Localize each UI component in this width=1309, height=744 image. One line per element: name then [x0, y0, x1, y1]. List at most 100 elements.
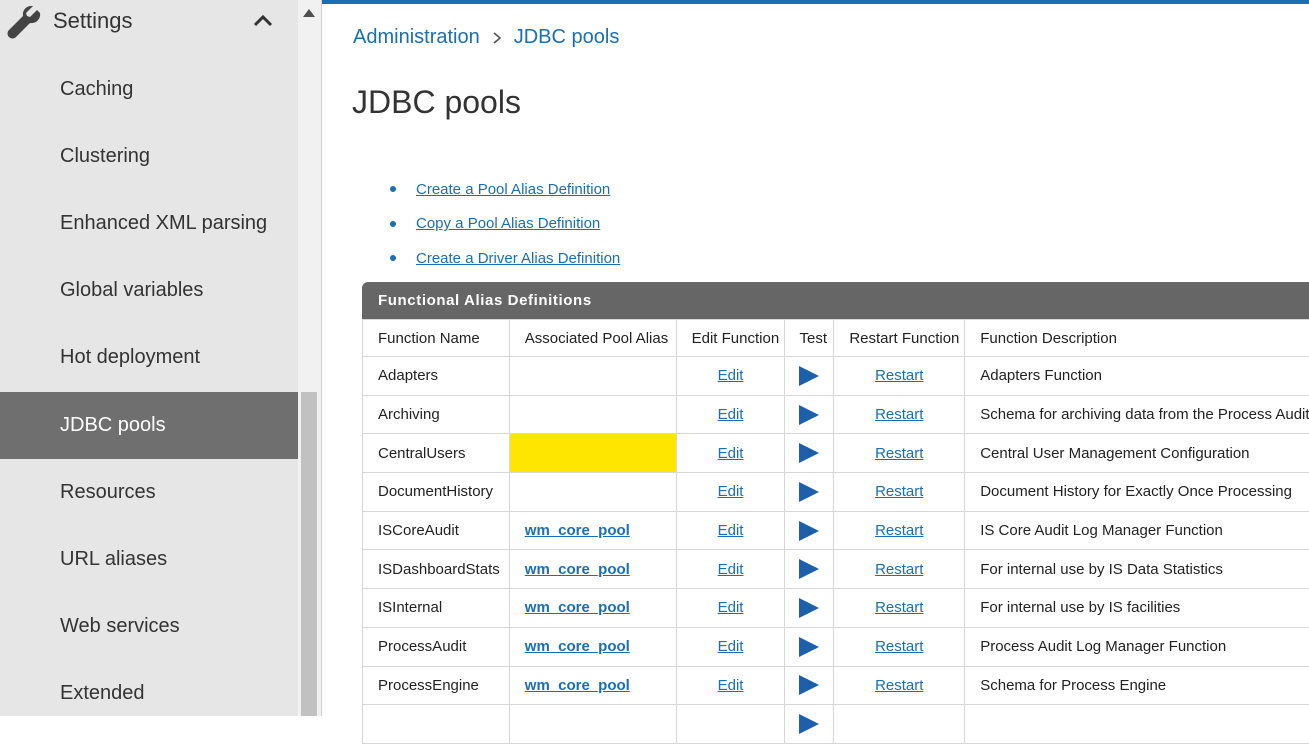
edit-link[interactable]: Edit: [718, 445, 744, 462]
sidebar-item-label: Caching: [60, 78, 133, 101]
restart-link[interactable]: Restart: [875, 599, 923, 616]
breadcrumb-administration-link[interactable]: Administration: [353, 26, 480, 49]
function-description: IS Core Audit Log Manager Function: [965, 511, 1309, 550]
column-header: Test: [785, 320, 834, 357]
pool-alias-link[interactable]: wm_core_pool: [525, 522, 630, 539]
restart-link[interactable]: Restart: [875, 367, 923, 384]
pool-alias: [509, 473, 676, 512]
play-icon[interactable]: [799, 366, 819, 386]
copy-pool-alias-link[interactable]: Copy a Pool Alias Definition: [416, 215, 600, 232]
list-item: Create a Driver Alias Definition: [390, 241, 620, 276]
edit-cell: Edit: [676, 511, 785, 550]
restart-cell: Restart: [834, 666, 965, 705]
edit-cell: Edit: [676, 434, 785, 473]
pool-alias-link[interactable]: wm_core_pool: [525, 638, 630, 655]
table-title: Functional Alias Definitions: [362, 282, 1309, 319]
top-accent-bar: [300, 0, 1309, 4]
sidebar-scrollbar[interactable]: [298, 0, 322, 716]
restart-link[interactable]: Restart: [875, 445, 923, 462]
function-name: ISInternal: [363, 589, 510, 628]
sidebar-settings-header[interactable]: Settings: [0, 0, 298, 44]
sidebar-item-enhanced-xml-parsing[interactable]: Enhanced XML parsing: [0, 190, 298, 257]
pool-alias-link[interactable]: wm_core_pool: [525, 599, 630, 616]
play-icon[interactable]: [799, 482, 819, 502]
create-pool-alias-link[interactable]: Create a Pool Alias Definition: [416, 181, 610, 198]
column-header: Restart Function: [834, 320, 965, 357]
sidebar-item-extended[interactable]: Extended: [0, 660, 298, 727]
function-name: ProcessAudit: [363, 627, 510, 666]
breadcrumb-current[interactable]: JDBC pools: [514, 26, 620, 49]
table-row: ISCoreAudit wm_core_pool Edit Restart IS…: [363, 511, 1309, 550]
function-name: ProcessEngine: [363, 666, 510, 705]
table-row: Archiving Edit Restart Schema for archiv…: [363, 395, 1309, 434]
play-icon[interactable]: [799, 559, 819, 579]
test-cell: [785, 511, 834, 550]
restart-link[interactable]: Restart: [875, 483, 923, 500]
sidebar-item-label: URL aliases: [60, 548, 167, 571]
restart-link[interactable]: Restart: [875, 522, 923, 539]
table-row: ProcessEngine wm_core_pool Edit Restart …: [363, 666, 1309, 705]
bullet-icon: [390, 221, 396, 227]
edit-link[interactable]: Edit: [718, 522, 744, 539]
sidebar-item-caching[interactable]: Caching: [0, 56, 298, 123]
sidebar-item-label: Web services: [60, 615, 180, 638]
edit-link[interactable]: Edit: [718, 599, 744, 616]
pool-alias-link[interactable]: wm_core_pool: [525, 561, 630, 578]
play-icon[interactable]: [799, 714, 819, 734]
function-name: DocumentHistory: [363, 473, 510, 512]
scrollbar-thumb[interactable]: [301, 392, 317, 716]
chevron-up-icon[interactable]: [252, 12, 274, 28]
play-icon[interactable]: [799, 443, 819, 463]
table-row: DocumentHistory Edit Restart Document Hi…: [363, 473, 1309, 512]
sidebar-item-url-aliases[interactable]: URL aliases: [0, 526, 298, 593]
create-driver-alias-link[interactable]: Create a Driver Alias Definition: [416, 250, 620, 267]
action-links: Create a Pool Alias Definition Copy a Po…: [390, 172, 620, 276]
restart-link[interactable]: Restart: [875, 638, 923, 655]
edit-link[interactable]: Edit: [718, 483, 744, 500]
sidebar-item-label: Clustering: [60, 145, 150, 168]
play-icon[interactable]: [799, 675, 819, 695]
pool-alias: [509, 357, 676, 396]
edit-cell: Edit: [676, 473, 785, 512]
edit-link[interactable]: Edit: [718, 677, 744, 694]
function-description: Document History for Exactly Once Proces…: [965, 473, 1309, 512]
edit-link[interactable]: Edit: [718, 638, 744, 655]
sidebar: Settings Caching Clustering Enhanced XML…: [0, 0, 298, 716]
play-icon[interactable]: [799, 405, 819, 425]
sidebar-item-global-variables[interactable]: Global variables: [0, 257, 298, 324]
test-cell: [785, 357, 834, 396]
function-description: Schema for archiving data from the Proce…: [965, 395, 1309, 434]
pool-alias-link[interactable]: wm_core_pool: [525, 677, 630, 694]
test-cell: [785, 434, 834, 473]
play-icon[interactable]: [799, 521, 819, 541]
sidebar-item-web-services[interactable]: Web services: [0, 593, 298, 660]
edit-link[interactable]: Edit: [718, 561, 744, 578]
test-cell: [785, 705, 834, 744]
restart-link[interactable]: Restart: [875, 406, 923, 423]
function-description: Adapters Function: [965, 357, 1309, 396]
edit-cell: Edit: [676, 357, 785, 396]
test-cell: [785, 627, 834, 666]
edit-link[interactable]: Edit: [718, 406, 744, 423]
column-header: Associated Pool Alias: [509, 320, 676, 357]
play-icon[interactable]: [799, 598, 819, 618]
table-row: CentralUsers Edit Restart Central User M…: [363, 434, 1309, 473]
sidebar-item-jdbc-pools[interactable]: JDBC pools: [0, 392, 298, 459]
edit-link[interactable]: Edit: [718, 367, 744, 384]
restart-link[interactable]: Restart: [875, 677, 923, 694]
list-item: Copy a Pool Alias Definition: [390, 207, 620, 242]
play-icon[interactable]: [799, 637, 819, 657]
restart-cell: Restart: [834, 511, 965, 550]
sidebar-item-label: Global variables: [60, 279, 203, 302]
column-header: Edit Function: [676, 320, 785, 357]
function-name: CentralUsers: [363, 434, 510, 473]
page-title: JDBC pools: [352, 84, 521, 121]
breadcrumb: Administration JDBC pools: [353, 26, 619, 49]
restart-link[interactable]: Restart: [875, 561, 923, 578]
scroll-up-arrow-icon[interactable]: [303, 9, 315, 17]
function-description: Process Audit Log Manager Function: [965, 627, 1309, 666]
sidebar-item-clustering[interactable]: Clustering: [0, 123, 298, 190]
pool-alias: wm_core_pool: [509, 550, 676, 589]
sidebar-item-hot-deployment[interactable]: Hot deployment: [0, 324, 298, 391]
sidebar-item-resources[interactable]: Resources: [0, 459, 298, 526]
